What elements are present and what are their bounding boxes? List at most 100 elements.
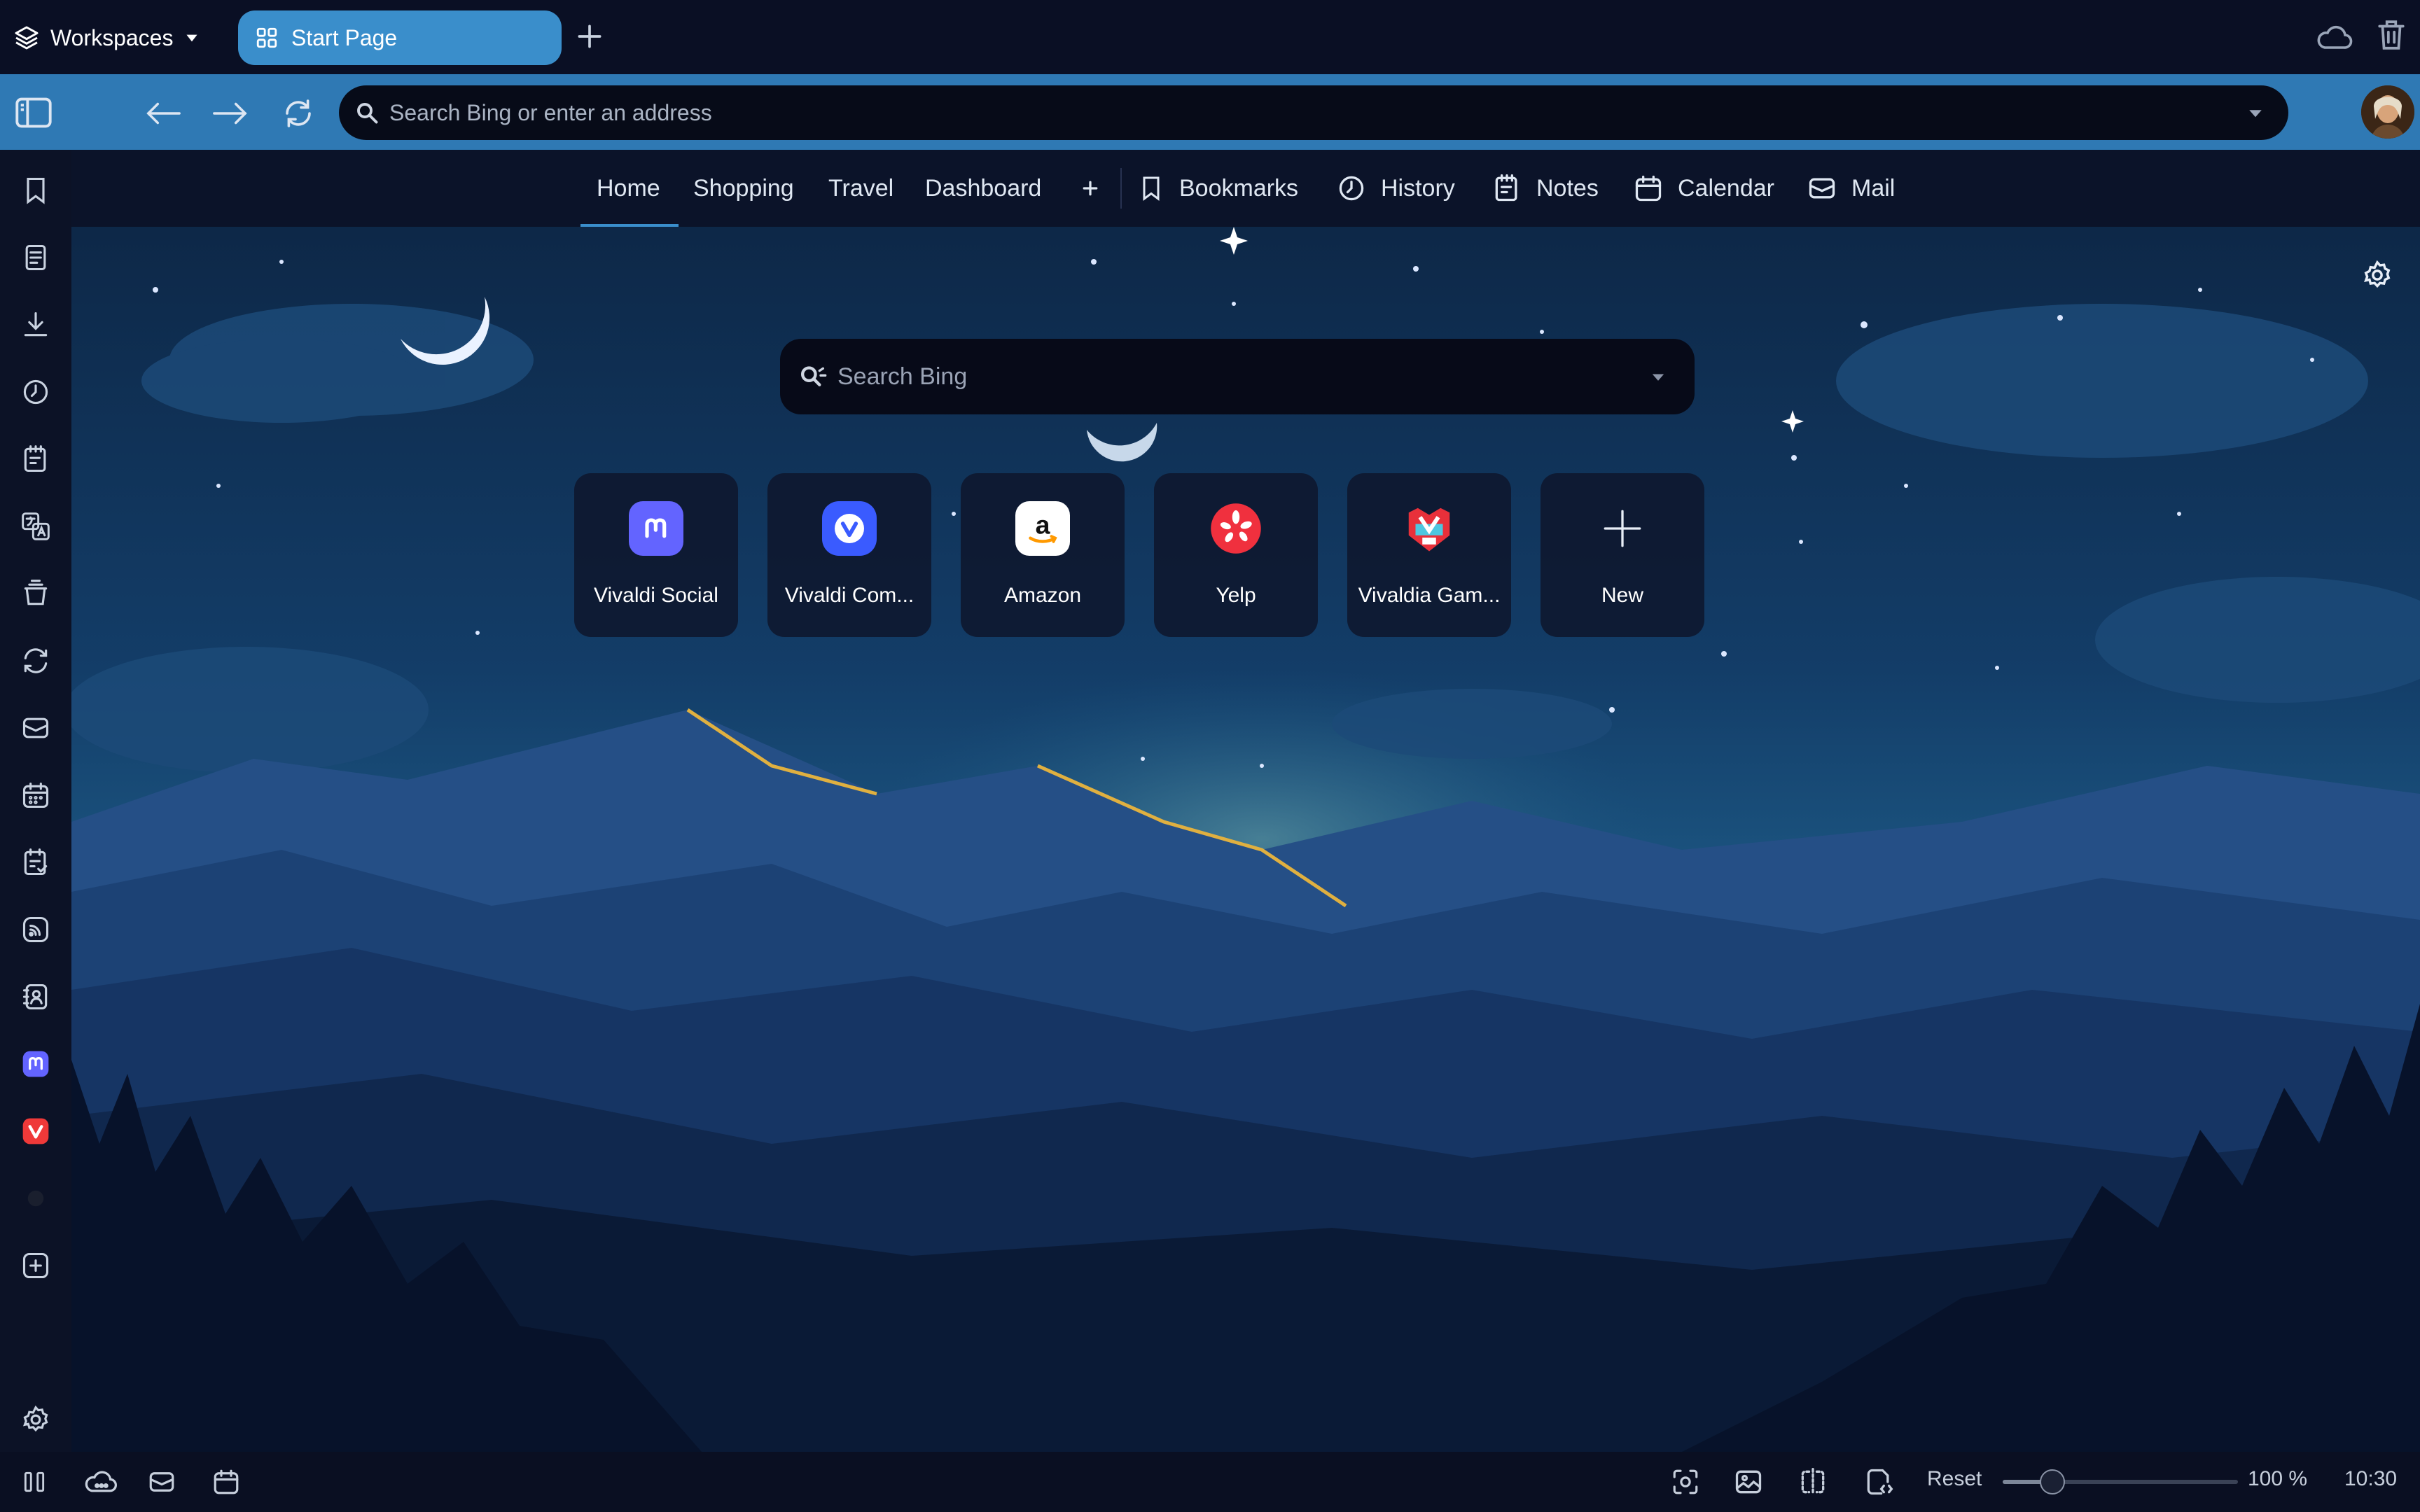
sync-cloud-icon[interactable]	[2315, 20, 2354, 56]
start-page-settings-icon[interactable]	[2361, 259, 2393, 291]
history-icon[interactable]	[18, 374, 54, 410]
workspaces-icon	[13, 24, 41, 52]
window-panel-icon[interactable]	[18, 575, 54, 612]
shortcut-mail[interactable]: Mail	[1807, 150, 1895, 227]
reading-list-icon[interactable]	[18, 239, 54, 276]
shortcut-label: Calendar	[1678, 174, 1774, 202]
mastodon-icon[interactable]	[18, 1046, 54, 1082]
speed-dial-label: Amazon	[1003, 584, 1082, 607]
tab-home-label: Home	[597, 174, 660, 202]
workspaces-button[interactable]: Workspaces	[13, 17, 201, 59]
search-placeholder: Search Bing	[837, 363, 968, 390]
tab-start-page[interactable]: Start Page	[238, 10, 562, 65]
zoom-reset-button[interactable]: Reset	[1927, 1467, 1982, 1491]
speed-dial-label: Vivaldi Com...	[784, 584, 915, 607]
panel-sidebar	[0, 150, 71, 1452]
tiling-toggle-icon[interactable]	[18, 1466, 50, 1498]
downloads-icon[interactable]	[18, 307, 54, 343]
tab-travel[interactable]: Travel	[828, 150, 893, 227]
start-page: Home Shopping Travel Dashboard Bookmarks…	[71, 150, 2420, 1452]
bookmarks-panel-icon[interactable]	[18, 172, 54, 209]
sync-status-icon[interactable]	[81, 1466, 120, 1498]
notes-icon	[1491, 173, 1522, 204]
new-tab-button[interactable]	[574, 21, 605, 52]
calendar-status-icon[interactable]	[210, 1466, 242, 1498]
mail-icon[interactable]	[18, 710, 54, 746]
chevron-down-icon	[183, 29, 201, 47]
developer-tools-icon[interactable]	[1863, 1466, 1895, 1498]
reload-icon[interactable]	[281, 97, 315, 130]
image-toggle-icon[interactable]	[1732, 1466, 1765, 1498]
shortcut-history[interactable]: History	[1336, 150, 1455, 227]
translate-icon[interactable]	[18, 508, 54, 545]
tasks-icon[interactable]	[18, 844, 54, 881]
zoom-level: 100 %	[2248, 1467, 2308, 1490]
page-actions-icon[interactable]	[1797, 1466, 1829, 1498]
shortcut-calendar[interactable]: Calendar	[1633, 150, 1774, 227]
notes-icon[interactable]	[18, 441, 54, 477]
plus-icon	[1595, 501, 1650, 556]
forward-arrow-icon[interactable]	[211, 99, 249, 127]
tab-dashboard[interactable]: Dashboard	[925, 150, 1041, 227]
speed-dial-vivaldi-social[interactable]: Vivaldi Social	[574, 473, 738, 637]
search-icon	[354, 100, 380, 125]
yelp-icon	[1209, 501, 1263, 556]
panel-toggle-icon[interactable]	[14, 94, 53, 132]
shortcut-label: Bookmarks	[1179, 174, 1299, 202]
feeds-icon[interactable]	[18, 911, 54, 948]
sync-icon[interactable]	[18, 643, 54, 679]
add-tab-button[interactable]	[1080, 150, 1101, 227]
speed-dial-amazon[interactable]: a Amazon	[961, 473, 1125, 637]
start-page-navbar: Home Shopping Travel Dashboard Bookmarks…	[71, 150, 2420, 227]
amazon-icon: a	[1015, 501, 1070, 556]
profile-avatar[interactable]	[2361, 85, 2414, 139]
clock: 10:30	[2344, 1467, 2398, 1490]
contacts-icon[interactable]	[18, 979, 54, 1015]
speed-dial-yelp[interactable]: Yelp	[1154, 473, 1318, 637]
vivaldia-game-icon	[1402, 501, 1456, 556]
capture-icon[interactable]	[1669, 1466, 1702, 1498]
mastodon-icon	[629, 501, 683, 556]
zoom-slider[interactable]	[2003, 1469, 2238, 1494]
speed-dial-label: New	[1601, 584, 1643, 607]
vivaldi-icon[interactable]	[18, 1113, 54, 1149]
chevron-down-icon[interactable]	[2245, 102, 2266, 123]
settings-icon[interactable]	[18, 1401, 54, 1438]
address-placeholder: Search Bing or enter an address	[389, 99, 712, 125]
tab-shopping[interactable]: Shopping	[693, 150, 794, 227]
calendar-icon[interactable]	[18, 777, 54, 813]
trash-icon[interactable]	[2375, 17, 2407, 53]
history-icon	[1336, 173, 1367, 204]
mail-icon	[1807, 173, 1837, 204]
shortcut-bookmarks[interactable]: Bookmarks	[1137, 150, 1298, 227]
search-engine-icon	[798, 363, 829, 391]
tab-shopping-label: Shopping	[693, 174, 794, 202]
speed-dial-new[interactable]: New	[1541, 473, 1704, 637]
tab-dashboard-label: Dashboard	[925, 174, 1042, 202]
svg-text:a: a	[1036, 510, 1051, 540]
add-panel-icon[interactable]	[18, 1247, 54, 1284]
tab-home[interactable]: Home	[597, 150, 660, 227]
address-field[interactable]: Search Bing or enter an address	[339, 85, 2288, 140]
zoom-slider-thumb[interactable]	[2039, 1469, 2065, 1494]
shortcut-label: Notes	[1536, 174, 1599, 202]
search-bing-field[interactable]: Search Bing	[780, 339, 1695, 414]
calendar-icon	[1633, 173, 1664, 204]
speed-dial-vivaldia-game[interactable]: Vivaldia Gam...	[1347, 473, 1511, 637]
speed-dial-label: Yelp	[1216, 584, 1256, 607]
shortcut-notes[interactable]: Notes	[1491, 150, 1599, 227]
shortcut-label: History	[1381, 174, 1455, 202]
web-panel-icon[interactable]	[18, 1180, 54, 1217]
grid-icon	[255, 26, 279, 50]
workspaces-label: Workspaces	[50, 24, 174, 50]
bookmark-icon	[1137, 173, 1165, 204]
back-arrow-icon[interactable]	[144, 99, 182, 127]
divider	[1120, 168, 1122, 209]
speed-dial-vivaldi-community[interactable]: Vivaldi Com...	[767, 473, 931, 637]
chevron-down-icon[interactable]	[1648, 367, 1668, 386]
speed-dial-label: Vivaldia Gam...	[1358, 584, 1501, 607]
vivaldi-icon	[822, 501, 877, 556]
active-tab-indicator	[580, 224, 679, 227]
speed-dial-label: Vivaldi Social	[594, 584, 718, 607]
mail-status-icon[interactable]	[146, 1466, 178, 1498]
